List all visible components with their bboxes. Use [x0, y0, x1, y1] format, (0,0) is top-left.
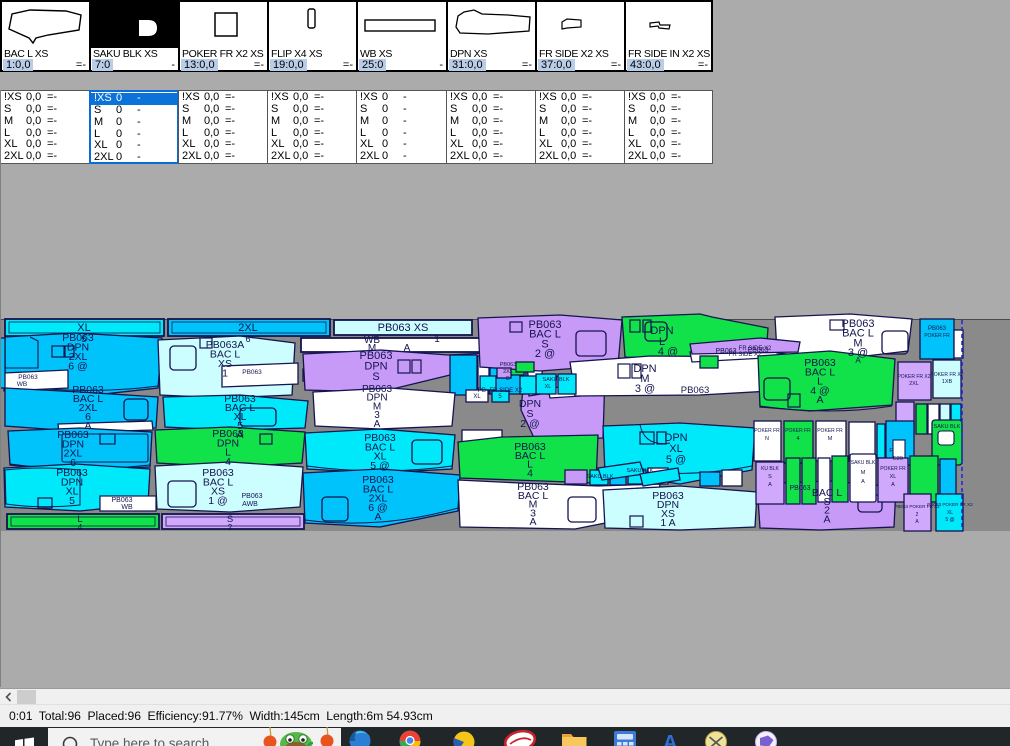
- svg-text:XL: XL: [890, 474, 897, 480]
- svg-text:KU BLK: KU BLK: [761, 466, 779, 472]
- svg-text:AWB: AWB: [242, 501, 258, 508]
- svg-text:XL: XL: [545, 384, 552, 390]
- svg-text:A: A: [861, 479, 865, 485]
- svg-text:1 A: 1 A: [660, 517, 675, 529]
- svg-text:PB063: PB063: [242, 369, 262, 376]
- svg-text:A: A: [374, 511, 381, 523]
- svg-text:PB063: PB063: [500, 362, 517, 368]
- svg-text:1: 1: [434, 334, 440, 345]
- svg-text:SAKU BLK: SAKU BLK: [627, 468, 654, 474]
- svg-text:2XL: 2XL: [909, 381, 919, 387]
- svg-text:PB063 XS: PB063 XS: [378, 322, 429, 334]
- svg-text:2 @: 2 @: [520, 418, 539, 430]
- svg-text:SAKU BLK: SAKU BLK: [587, 474, 614, 480]
- svg-text:XL: XL: [947, 510, 953, 516]
- svg-text:A: A: [374, 419, 381, 430]
- svg-text:SAKU BLK: SAKU BLK: [851, 460, 876, 466]
- svg-text:4 @: 4 @: [658, 346, 678, 358]
- svg-text:PB063: PB063: [789, 485, 810, 492]
- svg-text:2XL: 2XL: [238, 322, 258, 334]
- svg-text:WB: WB: [17, 381, 27, 388]
- svg-text:S: S: [768, 474, 772, 480]
- svg-text:Type here to search: Type here to search: [90, 736, 209, 746]
- svg-text:1: 1: [222, 368, 228, 380]
- svg-text:2XL: 2XL: [503, 369, 513, 375]
- svg-text:PB063: PB063: [241, 493, 262, 500]
- svg-text:A: A: [823, 513, 830, 525]
- svg-text:POKER FR: POKER FR: [817, 428, 843, 434]
- svg-text:A: A: [404, 343, 411, 354]
- svg-text:5 @: 5 @: [945, 517, 954, 523]
- svg-text:B: B: [506, 376, 510, 382]
- svg-text:PB063: PB063: [111, 497, 132, 504]
- svg-text:PB063: PB063: [681, 385, 710, 396]
- svg-text:3 @: 3 @: [635, 383, 655, 395]
- svg-text:S: S: [372, 371, 379, 383]
- svg-text:E20: E20: [893, 456, 903, 462]
- svg-text:XL: XL: [473, 394, 481, 400]
- svg-text:5: 5: [69, 495, 75, 507]
- svg-text:A: A: [855, 356, 861, 365]
- svg-text:PB063 POKER FR X2: PB063 POKER FR X2: [927, 502, 973, 507]
- svg-text:PB063: PB063: [18, 374, 38, 381]
- svg-text:POKER FR X2: POKER FR X2: [897, 374, 930, 380]
- svg-text:PB063: PB063: [928, 326, 947, 332]
- svg-text:2 @: 2 @: [535, 348, 555, 360]
- svg-text:5 @: 5 @: [370, 460, 389, 472]
- svg-text:5 @: 5 @: [666, 454, 686, 466]
- svg-text:6 @: 6 @: [68, 361, 87, 373]
- svg-text:POKER FR: POKER FR: [880, 466, 906, 472]
- svg-text:4: 4: [796, 436, 799, 442]
- svg-text:M: M: [828, 436, 833, 442]
- svg-text:6: 6: [245, 334, 250, 344]
- svg-text:A: A: [891, 482, 895, 488]
- svg-text:POKER FR: POKER FR: [785, 428, 811, 434]
- svg-text:4: 4: [527, 467, 533, 479]
- svg-text:FR SIDE X2: FR SIDE X2: [729, 352, 762, 358]
- svg-text:A: A: [816, 394, 823, 406]
- svg-text:POKER FR: POKER FR: [754, 428, 780, 434]
- svg-text:1XB: 1XB: [942, 379, 953, 385]
- svg-text:M: M: [861, 470, 866, 476]
- svg-text:N: N: [765, 436, 769, 442]
- svg-text:2: 2: [916, 512, 919, 518]
- svg-text:4: 4: [78, 523, 83, 532]
- svg-text:1 @: 1 @: [208, 495, 227, 507]
- svg-text:A: A: [663, 732, 677, 746]
- svg-text:SAKU BLK: SAKU BLK: [543, 377, 570, 383]
- svg-text:FR SIDE X2: FR SIDE X2: [739, 346, 772, 352]
- svg-text:WB: WB: [121, 504, 133, 511]
- svg-text:POKER FR X2: POKER FR X2: [930, 372, 963, 378]
- svg-text:SAKU BLK: SAKU BLK: [934, 424, 961, 430]
- svg-text:2: 2: [228, 523, 233, 532]
- svg-text:POKER FR: POKER FR: [924, 333, 950, 339]
- svg-text:A: A: [768, 482, 772, 488]
- svg-text:A: A: [529, 516, 536, 528]
